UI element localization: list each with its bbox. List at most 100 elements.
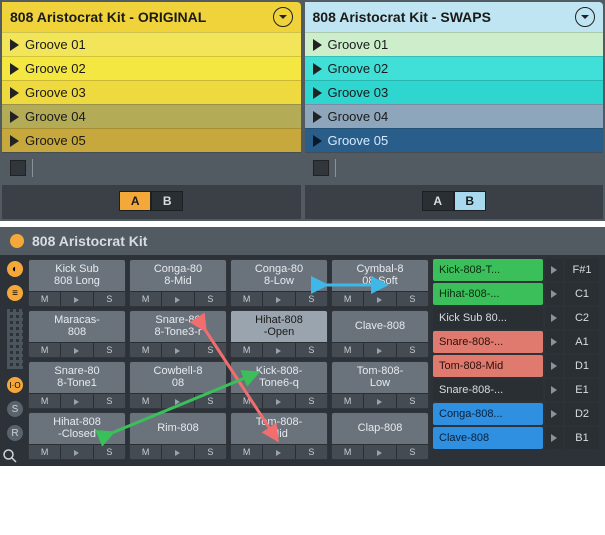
chain-name[interactable]: Snare-808-... bbox=[433, 379, 543, 401]
pad-mute-button[interactable]: M bbox=[130, 445, 162, 459]
play-icon[interactable] bbox=[10, 111, 19, 123]
return-icon[interactable]: R bbox=[7, 425, 23, 441]
pad-preview-button[interactable] bbox=[263, 292, 295, 306]
drum-pad[interactable]: Clave-808MS bbox=[331, 310, 429, 358]
drum-pad[interactable]: Hihat-808 -ClosedMS bbox=[28, 412, 126, 460]
chain-preview-button[interactable] bbox=[545, 403, 563, 425]
pad-preview-button[interactable] bbox=[61, 343, 93, 357]
magnifier-icon[interactable] bbox=[2, 448, 18, 464]
chevron-down-icon[interactable] bbox=[575, 7, 595, 27]
play-icon[interactable] bbox=[313, 39, 322, 51]
chain-row[interactable]: Hihat-808-...C1 bbox=[433, 283, 599, 305]
device-power-icon[interactable] bbox=[10, 234, 24, 248]
chain-note[interactable]: D1 bbox=[565, 355, 599, 377]
show-icon[interactable]: S bbox=[7, 401, 23, 417]
chain-row[interactable]: Kick-808-T...F#1 bbox=[433, 259, 599, 281]
pad-preview-button[interactable] bbox=[162, 343, 194, 357]
chain-row[interactable]: Clave-808B1 bbox=[433, 427, 599, 449]
chain-note[interactable]: E1 bbox=[565, 379, 599, 401]
list-icon[interactable]: ≡ bbox=[7, 285, 23, 301]
pad-mute-button[interactable]: M bbox=[231, 394, 263, 408]
clip-slot[interactable]: Groove 03 bbox=[2, 80, 301, 104]
pad-solo-button[interactable]: S bbox=[195, 394, 226, 408]
device-header[interactable]: 808 Aristocrat Kit bbox=[0, 227, 605, 255]
clip-slot[interactable]: Groove 01 bbox=[2, 32, 301, 56]
drum-pad[interactable]: Snare-80 8-Tone1MS bbox=[28, 361, 126, 409]
clip-slot[interactable]: Groove 02 bbox=[305, 56, 604, 80]
chain-row[interactable]: Snare-808-... A1 bbox=[433, 331, 599, 353]
drum-pad[interactable]: Tom-808- LowMS bbox=[331, 361, 429, 409]
chain-note[interactable]: A1 bbox=[565, 331, 599, 353]
drum-pad[interactable]: Tom-808- MidMS bbox=[230, 412, 328, 460]
chain-name[interactable]: Snare-808-... bbox=[433, 331, 543, 353]
stop-button[interactable] bbox=[313, 160, 329, 176]
chain-note[interactable]: F#1 bbox=[565, 259, 599, 281]
chain-preview-button[interactable] bbox=[545, 259, 563, 281]
play-icon[interactable] bbox=[313, 63, 322, 75]
pad-mute-button[interactable]: M bbox=[332, 445, 364, 459]
pad-solo-button[interactable]: S bbox=[296, 445, 327, 459]
chain-preview-button[interactable] bbox=[545, 331, 563, 353]
chain-note[interactable]: D2 bbox=[565, 403, 599, 425]
crossfade-a-button[interactable]: A bbox=[422, 191, 454, 211]
pad-solo-button[interactable]: S bbox=[397, 445, 428, 459]
drum-pad[interactable]: Cowbell-8 08MS bbox=[129, 361, 227, 409]
clip-slot[interactable]: Groove 02 bbox=[2, 56, 301, 80]
pad-mute-button[interactable]: M bbox=[130, 394, 162, 408]
pad-solo-button[interactable]: S bbox=[296, 292, 327, 306]
chain-name[interactable]: Conga-808... bbox=[433, 403, 543, 425]
chain-name[interactable]: Kick Sub 80... bbox=[433, 307, 543, 329]
pad-solo-button[interactable]: S bbox=[94, 292, 125, 306]
play-icon[interactable] bbox=[10, 87, 19, 99]
pad-solo-button[interactable]: S bbox=[296, 394, 327, 408]
pad-preview-button[interactable] bbox=[364, 343, 396, 357]
crossfade-b-button[interactable]: B bbox=[454, 191, 486, 211]
chain-preview-button[interactable] bbox=[545, 307, 563, 329]
pad-mute-button[interactable]: M bbox=[29, 394, 61, 408]
pad-preview-button[interactable] bbox=[263, 343, 295, 357]
drum-pad[interactable]: Hihat-808 -OpenMS bbox=[230, 310, 328, 358]
pad-mute-button[interactable]: M bbox=[130, 292, 162, 306]
clip-slot[interactable]: Groove 05 bbox=[2, 128, 301, 152]
clip-slot[interactable]: Groove 03 bbox=[305, 80, 604, 104]
chain-row[interactable]: Kick Sub 80...C2 bbox=[433, 307, 599, 329]
pad-preview-button[interactable] bbox=[263, 394, 295, 408]
drum-pad[interactable]: Snare-80 8-Tone3-rMS bbox=[129, 310, 227, 358]
stop-button[interactable] bbox=[10, 160, 26, 176]
pad-solo-button[interactable]: S bbox=[94, 445, 125, 459]
clip-slot[interactable]: Groove 04 bbox=[305, 104, 604, 128]
pad-preview-button[interactable] bbox=[61, 445, 93, 459]
pad-solo-button[interactable]: S bbox=[94, 394, 125, 408]
pad-overview[interactable] bbox=[7, 309, 23, 369]
crossfade-a-button[interactable]: A bbox=[119, 191, 151, 211]
pad-mute-button[interactable]: M bbox=[332, 292, 364, 306]
pad-solo-button[interactable]: S bbox=[397, 343, 428, 357]
clip-slot[interactable]: Groove 04 bbox=[2, 104, 301, 128]
play-icon[interactable] bbox=[313, 135, 322, 147]
io-icon[interactable]: I·O bbox=[7, 377, 23, 393]
pad-mute-button[interactable]: M bbox=[231, 292, 263, 306]
play-icon[interactable] bbox=[313, 87, 322, 99]
clip-slot[interactable]: Groove 05 bbox=[305, 128, 604, 152]
clip-slot[interactable]: Groove 01 bbox=[305, 32, 604, 56]
chain-row[interactable]: Tom-808-MidD1 bbox=[433, 355, 599, 377]
drum-pad[interactable]: Cymbal-8 08-SoftMS bbox=[331, 259, 429, 307]
pad-solo-button[interactable]: S bbox=[195, 292, 226, 306]
macro-icon[interactable]: ◐ bbox=[7, 261, 23, 277]
drum-pad[interactable]: Kick-808- Tone6-qMS bbox=[230, 361, 328, 409]
chain-row[interactable]: Conga-808... D2 bbox=[433, 403, 599, 425]
play-icon[interactable] bbox=[313, 111, 322, 123]
chain-name[interactable]: Clave-808 bbox=[433, 427, 543, 449]
pad-solo-button[interactable]: S bbox=[195, 445, 226, 459]
pad-mute-button[interactable]: M bbox=[29, 292, 61, 306]
chain-preview-button[interactable] bbox=[545, 427, 563, 449]
pad-mute-button[interactable]: M bbox=[332, 343, 364, 357]
pad-preview-button[interactable] bbox=[263, 445, 295, 459]
pad-solo-button[interactable]: S bbox=[397, 292, 428, 306]
pad-solo-button[interactable]: S bbox=[296, 343, 327, 357]
chain-preview-button[interactable] bbox=[545, 355, 563, 377]
drum-pad[interactable]: Conga-80 8-LowMS bbox=[230, 259, 328, 307]
pad-preview-button[interactable] bbox=[162, 394, 194, 408]
pad-preview-button[interactable] bbox=[61, 292, 93, 306]
chevron-down-icon[interactable] bbox=[273, 7, 293, 27]
